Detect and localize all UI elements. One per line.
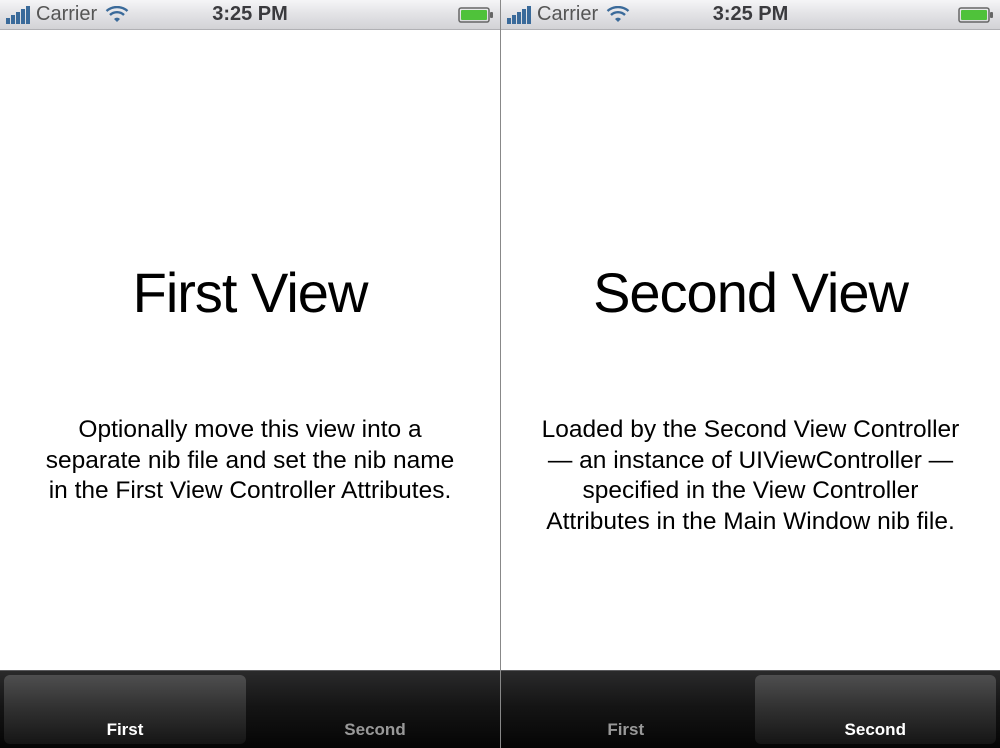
carrier-label: Carrier — [36, 3, 97, 26]
view-description: Optionally move this view into a separat… — [40, 415, 460, 507]
tab-second[interactable]: Second — [751, 671, 1000, 748]
clock-label: 3:25 PM — [713, 3, 789, 26]
content-view-second: Second View Loaded by the Second View Co… — [501, 30, 1000, 670]
wifi-icon — [606, 6, 630, 24]
battery-icon — [958, 6, 994, 24]
tab-first[interactable]: First — [0, 671, 250, 748]
simulator-window-left: Carrier 3:25 PM First View Optionally mo… — [0, 0, 500, 748]
status-bar: Carrier 3:25 PM — [501, 0, 1000, 30]
wifi-icon — [105, 6, 129, 24]
tab-label: First — [107, 720, 144, 740]
tab-label: Second — [344, 720, 405, 740]
status-bar: Carrier 3:25 PM — [0, 0, 500, 30]
signal-bars-icon — [6, 6, 30, 24]
tab-first[interactable]: First — [501, 671, 751, 748]
view-title: First View — [133, 260, 368, 325]
view-description: Loaded by the Second View Controller — a… — [541, 415, 960, 538]
signal-bars-icon — [507, 6, 531, 24]
battery-icon — [458, 6, 494, 24]
clock-label: 3:25 PM — [212, 3, 288, 26]
tab-second[interactable]: Second — [250, 671, 500, 748]
carrier-label: Carrier — [537, 3, 598, 26]
tab-label: First — [607, 720, 644, 740]
content-view-first: First View Optionally move this view int… — [0, 30, 500, 670]
tab-bar: First Second — [501, 670, 1000, 748]
tab-bar: First Second — [0, 670, 500, 748]
simulator-window-right: Carrier 3:25 PM Second View Loaded by th… — [500, 0, 1000, 748]
view-title: Second View — [593, 260, 908, 325]
tab-label: Second — [845, 720, 906, 740]
